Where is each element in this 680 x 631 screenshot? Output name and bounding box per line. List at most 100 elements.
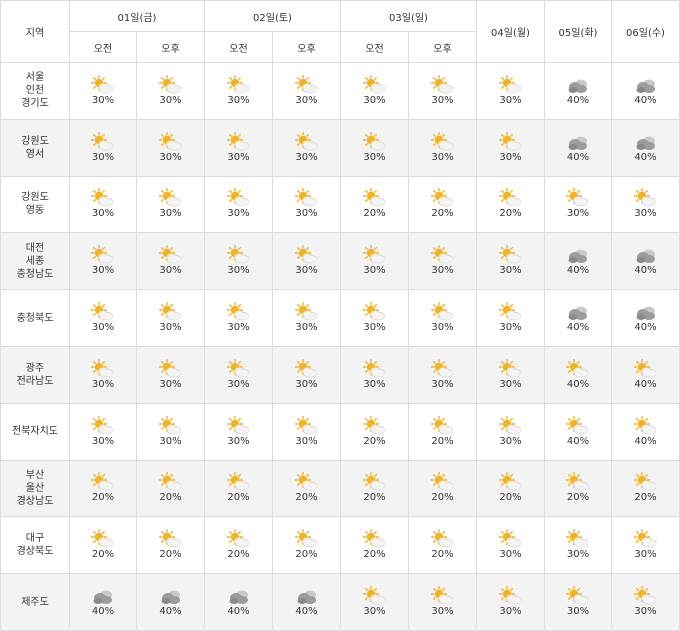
table-row: 제주도 40% 40% 40% 40% 30% 30% 30% 30% 30%: [0, 573, 680, 631]
precipitation-percent: 30%: [91, 94, 115, 106]
partly-cloudy-icon: [273, 188, 340, 208]
forecast-cell: 30%: [340, 573, 409, 631]
forecast-cell: 30%: [204, 345, 273, 404]
partly-cloudy-icon: [273, 131, 340, 152]
precipitation-percent: 30%: [295, 151, 318, 163]
forecast-cell: 30%: [476, 402, 545, 461]
cloudy-icon: [70, 586, 136, 606]
forecast-cell: 30%: [204, 62, 273, 120]
partly-cloudy-icon: [545, 188, 611, 208]
partly-cloudy-icon: [137, 415, 204, 436]
partly-cloudy-icon: [273, 529, 340, 549]
partly-cloudy-icon: [409, 529, 476, 549]
precipitation-percent: 30%: [431, 151, 454, 163]
table-row: 강원도 영동 30% 30% 30% 30% 20% 20% 20% 30% 30%: [0, 175, 680, 234]
forecast-cell: 30%: [272, 118, 341, 177]
precipitation-percent: 20%: [295, 549, 318, 561]
cloudy-icon: [612, 132, 679, 152]
forecast-cell: 20%: [340, 402, 409, 461]
forecast-cell: 30%: [476, 62, 545, 120]
region-name-line: 경상남도: [16, 495, 54, 507]
precipitation-percent: 30%: [159, 378, 182, 390]
precipitation-percent: 30%: [363, 94, 386, 106]
partly-cloudy-icon: [137, 529, 204, 549]
forecast-cell: 40%: [272, 573, 341, 631]
partly-cloudy-icon: [70, 245, 136, 265]
forecast-cell: 30%: [136, 118, 205, 177]
region-name-line: 충청남도: [16, 268, 54, 280]
table-row: 전북자치도 30% 30% 30% 30% 20% 20% 30% 40% 40%: [0, 402, 680, 461]
forecast-cell: 40%: [544, 62, 612, 120]
forecast-cell: 20%: [340, 459, 409, 518]
precipitation-percent: 30%: [499, 151, 522, 163]
precipitation-percent: 30%: [159, 151, 182, 163]
region-name-line: 영동: [25, 205, 45, 217]
partly-cloudy-icon: [409, 131, 476, 152]
precipitation-percent: 20%: [431, 492, 454, 504]
partly-cloudy-icon: [273, 302, 340, 322]
partly-cloudy-icon: [341, 415, 408, 436]
precipitation-percent: 20%: [363, 208, 386, 220]
forecast-cell: 40%: [69, 573, 137, 631]
region-name-line: 대구: [25, 533, 45, 545]
forecast-cell: 20%: [204, 516, 273, 575]
partly-cloudy-icon: [70, 358, 136, 379]
precipitation-percent: 30%: [431, 322, 454, 334]
precipitation-percent: 30%: [431, 265, 454, 277]
forecast-cell: 30%: [69, 118, 137, 177]
region-name-line: 제주도: [21, 596, 49, 608]
partly-cloudy-icon: [341, 74, 408, 95]
partly-cloudy-icon: [273, 245, 340, 265]
forecast-cell: 20%: [544, 459, 612, 518]
table-row: 대전 세종 충청남도 30% 30% 30% 30% 30% 30% 30% 40% 40%: [0, 232, 680, 291]
precipitation-percent: 30%: [363, 322, 386, 334]
precipitation-percent: 20%: [499, 208, 522, 220]
precipitation-percent: 30%: [159, 208, 182, 220]
precipitation-percent: 30%: [227, 322, 250, 334]
forecast-cell: 20%: [272, 459, 341, 518]
forecast-cell: 30%: [69, 345, 137, 404]
precipitation-percent: 30%: [363, 265, 386, 277]
forecast-cell: 20%: [69, 516, 137, 575]
precipitation-percent: 30%: [227, 435, 250, 447]
forecast-cell: 30%: [204, 118, 273, 177]
am-header: 오전: [340, 31, 409, 63]
precipitation-percent: 20%: [159, 492, 182, 504]
cloudy-icon: [612, 75, 679, 95]
forecast-cell: 30%: [272, 62, 341, 120]
forecast-cell: 30%: [611, 573, 680, 631]
precipitation-percent: 30%: [295, 378, 318, 390]
partly-cloudy-icon: [137, 188, 204, 208]
forecast-cell: 20%: [340, 516, 409, 575]
partly-cloudy-icon: [612, 529, 679, 549]
region-name-line: 전북자치도: [12, 426, 58, 438]
precipitation-percent: 30%: [363, 606, 386, 618]
forecast-cell: 20%: [340, 175, 409, 234]
partly-cloudy-icon: [341, 358, 408, 379]
region-name-line: 경상북도: [16, 546, 54, 558]
forecast-cell: 20%: [476, 175, 545, 234]
partly-cloudy-icon: [409, 302, 476, 322]
region-name-line: 광주: [25, 362, 45, 374]
region-name: 서울 인천 경기도: [0, 62, 70, 120]
pm-header: 오후: [136, 31, 205, 63]
precipitation-percent: 40%: [566, 265, 590, 277]
partly-cloudy-icon: [409, 245, 476, 265]
partly-cloudy-icon: [273, 358, 340, 379]
table-row: 부산 울산 경상남도 20% 20% 20% 20% 20% 20% 20% 20% 20%: [0, 459, 680, 518]
partly-cloudy-icon: [273, 74, 340, 95]
region-name-line: 영서: [25, 148, 45, 160]
partly-cloudy-icon: [205, 415, 272, 436]
forecast-cell: 30%: [476, 232, 545, 291]
forecast-cell: 30%: [204, 402, 273, 461]
forecast-cell: 30%: [136, 232, 205, 291]
precipitation-percent: 30%: [499, 435, 522, 447]
forecast-cell: 40%: [611, 232, 680, 291]
partly-cloudy-icon: [545, 358, 611, 379]
partly-cloudy-icon: [137, 302, 204, 322]
partly-cloudy-icon: [545, 415, 611, 436]
region-name: 광주 전라남도: [0, 345, 70, 404]
precipitation-percent: 30%: [91, 208, 115, 220]
forecast-cell: 30%: [136, 62, 205, 120]
precipitation-percent: 30%: [566, 606, 590, 618]
